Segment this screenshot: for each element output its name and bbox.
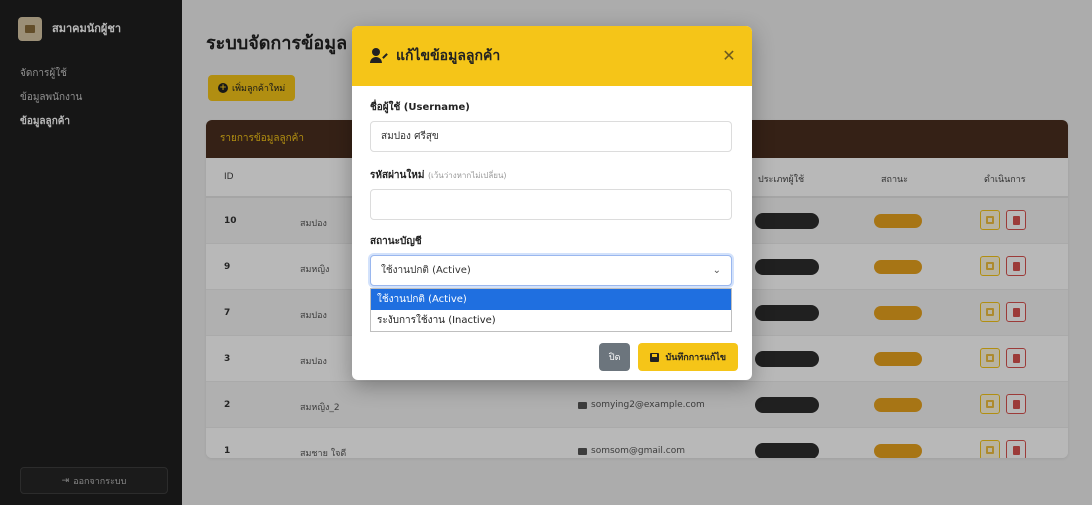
status-label: สถานะบัญชี bbox=[370, 236, 422, 247]
status-selected-value: ใช้งานปกติ (Active) bbox=[381, 265, 471, 276]
status-option-active[interactable]: ใช้งานปกติ (Active) bbox=[371, 289, 731, 310]
password-label-text: รหัสผ่านใหม่ bbox=[370, 170, 425, 181]
status-group: สถานะบัญชี ใช้งานปกติ (Active) ⌄ bbox=[370, 234, 734, 286]
username-input[interactable] bbox=[370, 121, 732, 152]
edit-customer-modal: แก้ไขข้อมูลลูกค้า ✕ ชื่อผู้ใช้ (Username… bbox=[352, 26, 752, 380]
modal-title: แก้ไขข้อมูลลูกค้า bbox=[396, 48, 501, 64]
close-button[interactable]: ปิด bbox=[598, 343, 631, 371]
password-input[interactable] bbox=[370, 189, 732, 220]
password-group: รหัสผ่านใหม่ (เว้นว่างหากไม่เปลี่ยน) bbox=[370, 168, 734, 220]
status-select[interactable]: ใช้งานปกติ (Active) ⌄ bbox=[370, 255, 732, 286]
save-icon bbox=[650, 352, 660, 362]
modal-header: แก้ไขข้อมูลลูกค้า ✕ bbox=[352, 26, 752, 86]
modal-body: ชื่อผู้ใช้ (Username) รหัสผ่านใหม่ (เว้น… bbox=[352, 86, 752, 286]
status-dropdown: ใช้งานปกติ (Active) ระงับการใช้งาน (Inac… bbox=[370, 288, 732, 332]
close-icon[interactable]: ✕ bbox=[720, 47, 738, 65]
username-group: ชื่อผู้ใช้ (Username) bbox=[370, 100, 734, 152]
chevron-down-icon: ⌄ bbox=[712, 265, 721, 276]
user-edit-icon bbox=[370, 48, 388, 64]
status-option-inactive[interactable]: ระงับการใช้งาน (Inactive) bbox=[371, 310, 731, 331]
password-label: รหัสผ่านใหม่ (เว้นว่างหากไม่เปลี่ยน) bbox=[370, 168, 734, 183]
password-hint: (เว้นว่างหากไม่เปลี่ยน) bbox=[427, 171, 507, 180]
save-button-label: บันทึกการแก้ไข bbox=[665, 353, 726, 363]
modal-footer: ปิด บันทึกการแก้ไข bbox=[352, 334, 752, 380]
save-button[interactable]: บันทึกการแก้ไข bbox=[638, 343, 738, 371]
username-label: ชื่อผู้ใช้ (Username) bbox=[370, 102, 470, 113]
